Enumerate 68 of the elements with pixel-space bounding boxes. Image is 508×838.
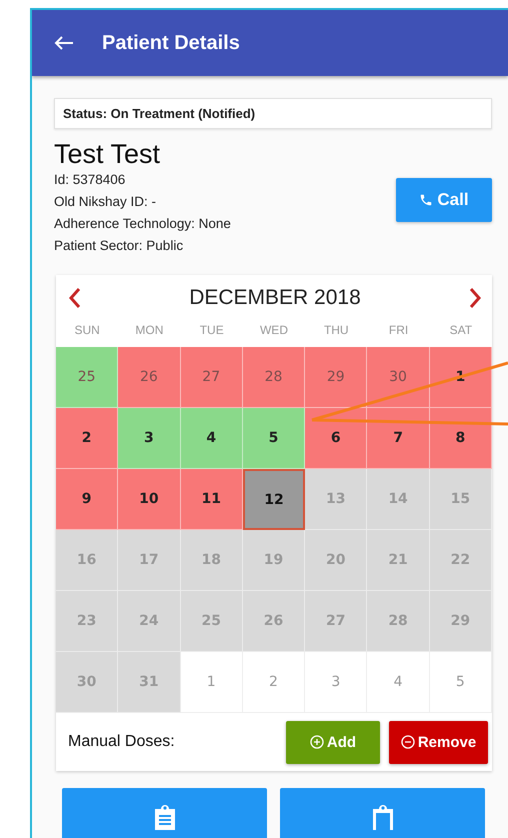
add-dose-button[interactable]: Add [286,720,380,764]
calendar-day[interactable]: 25 [180,591,243,652]
clipboard-button[interactable] [280,788,485,838]
calendar-day[interactable]: 24 [118,591,181,652]
month-title: DECEMBER 2018 [189,286,361,310]
back-arrow-icon[interactable] [54,35,74,51]
calendar-day[interactable]: 17 [118,530,181,591]
calendar-day[interactable]: 15 [430,469,492,530]
calendar-day[interactable]: 16 [56,530,118,591]
calendar-day[interactable]: 7 [367,408,430,469]
calendar-day[interactable]: 14 [367,469,430,530]
remove-dose-button[interactable]: Remove [389,720,488,764]
calendar-day[interactable]: 29 [305,347,368,408]
next-month-icon[interactable] [468,287,482,309]
screen-title: Patient Details [102,32,240,54]
calendar-day[interactable]: 12 [242,469,306,530]
calendar-day[interactable]: 2 [56,408,118,469]
patient-detail: Adherence Technology: None [54,215,231,233]
calendar-day[interactable]: 26 [242,591,306,652]
weekday-label: TUE [198,323,225,337]
calendar-day[interactable]: 4 [367,652,430,713]
calendar-day[interactable]: 2 [242,652,306,713]
calendar-day[interactable]: 30 [56,652,118,713]
weekday-label: SUN [73,323,101,337]
calendar-day[interactable]: 22 [430,530,492,591]
calendar-day[interactable]: 28 [242,347,306,408]
calendar-day[interactable]: 3 [118,408,181,469]
patient-detail: Patient Sector: Public [54,237,184,255]
calendar-day[interactable]: 21 [367,530,430,591]
calendar-day[interactable]: 6 [305,408,368,469]
weekday-label: THU [322,323,350,337]
calendar-day[interactable]: 18 [180,530,243,591]
phone-icon [419,193,434,207]
plus-circle-icon [310,735,324,749]
previous-month-icon[interactable] [68,287,82,309]
calendar-day[interactable]: 26 [118,347,181,408]
calendar-day[interactable]: 20 [305,530,368,591]
calendar-day[interactable]: 3 [305,652,368,713]
calendar-day[interactable]: 19 [242,530,306,591]
calendar-day[interactable]: 9 [56,469,118,530]
status-label: Status: On Treatment (Notified) [54,98,492,129]
calendar-day[interactable]: 10 [118,469,181,530]
patient-detail: Id: 5378406 [54,171,126,189]
call-button[interactable]: Call [396,178,492,222]
calendar-day[interactable]: 4 [180,408,243,469]
calendar-day[interactable]: 29 [430,591,492,652]
weekday-label: MON [134,323,164,337]
calendar-day[interactable]: 11 [180,469,243,530]
calendar-day[interactable]: 25 [56,347,118,408]
clipboard-list-button[interactable] [62,788,267,838]
calendar-day[interactable]: 5 [242,408,306,469]
patient-detail: Old Nikshay ID: - [54,193,158,211]
calendar-day[interactable]: 23 [56,591,118,652]
weekday-label: WED [258,323,289,337]
manual-doses-label: Manual Doses: [68,733,176,751]
weekday-label: SAT [448,323,474,337]
calendar-day[interactable]: 27 [305,591,368,652]
calendar-day[interactable]: 5 [430,652,492,713]
calendar-day[interactable]: 31 [118,652,181,713]
weekday-label: FRI [388,323,410,337]
patient-name: Test Test [54,139,162,169]
calendar-day[interactable]: 27 [180,347,243,408]
calendar-day[interactable]: 8 [430,408,492,469]
calendar-day[interactable]: 1 [180,652,243,713]
calendar-day[interactable]: 30 [367,347,430,408]
calendar-day[interactable]: 28 [367,591,430,652]
calendar-day[interactable]: 13 [305,469,368,530]
minus-circle-icon [400,735,415,749]
